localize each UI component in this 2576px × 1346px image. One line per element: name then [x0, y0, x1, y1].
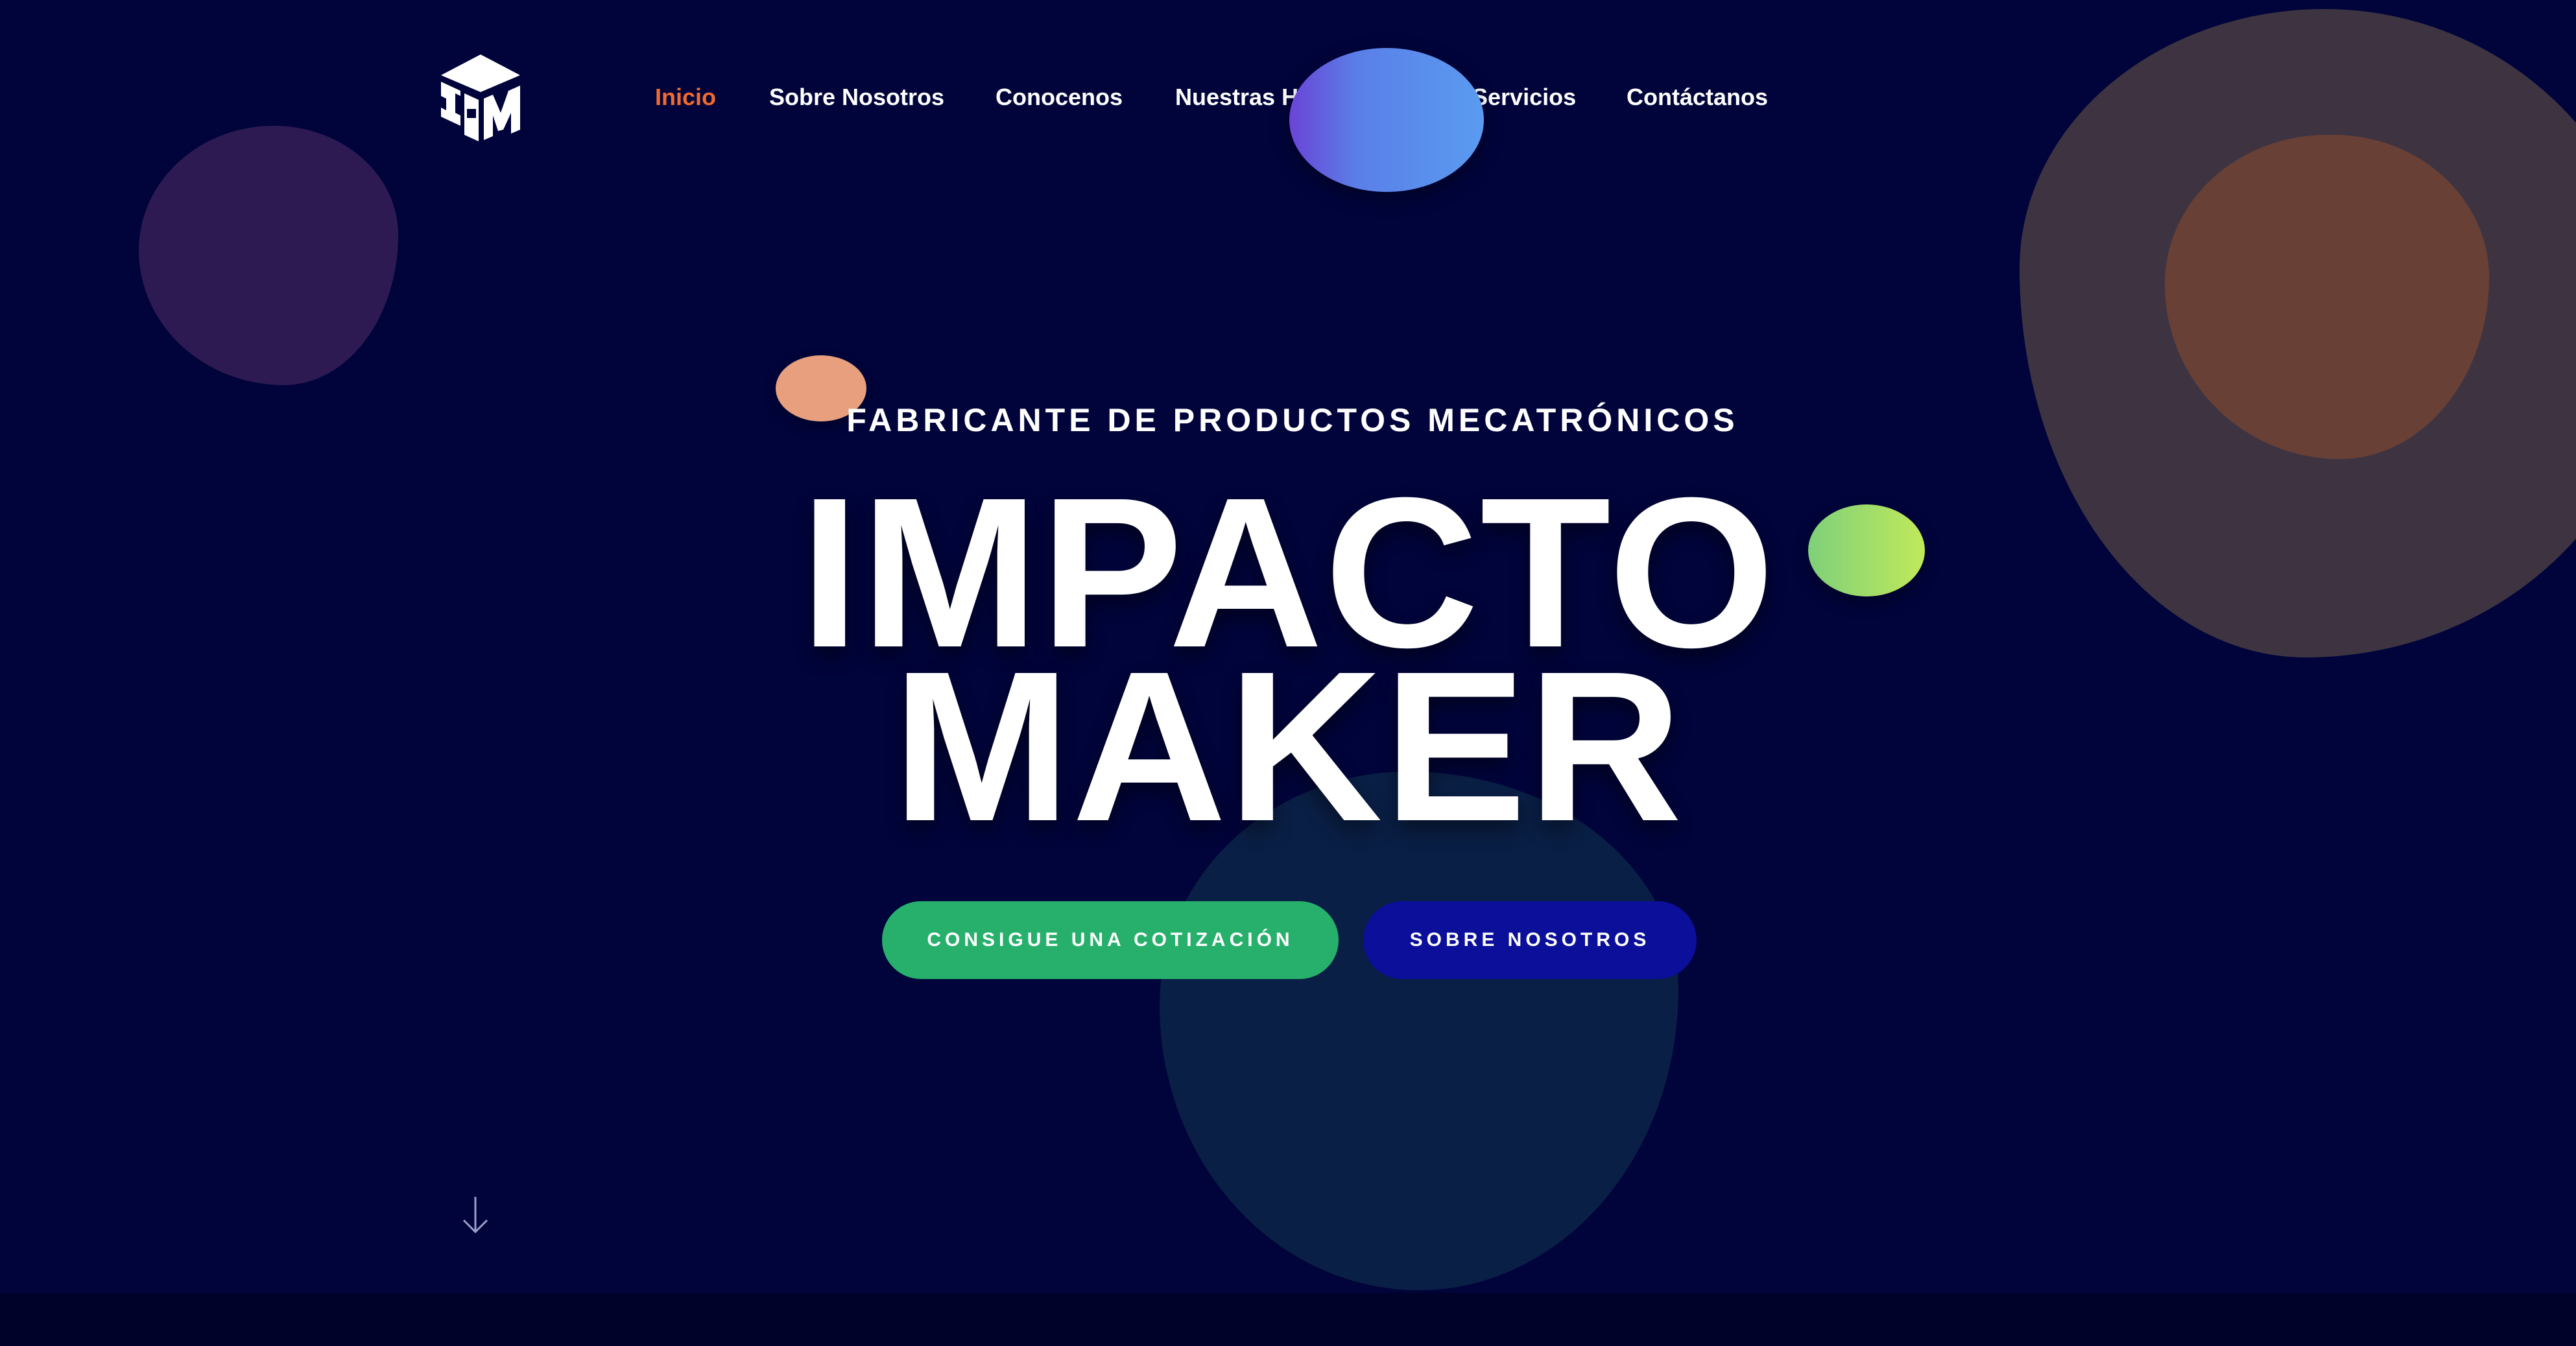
- next-section-edge: [0, 1293, 2576, 1346]
- nav-item-contactanos[interactable]: Contáctanos: [1627, 78, 1768, 117]
- blue-blob-decoration: [1289, 48, 1484, 192]
- hero-title-line2: MAKER: [892, 626, 1684, 866]
- arrow-down-icon: [462, 1197, 488, 1234]
- impacto-maker-logo-icon: [441, 54, 520, 141]
- purple-blob-decoration: [139, 126, 398, 385]
- about-us-button[interactable]: SOBRE NOSOTROS: [1363, 901, 1697, 979]
- nav-item-servicios[interactable]: Servicios: [1472, 78, 1576, 117]
- nav-item-conocenos[interactable]: Conocenos: [996, 78, 1123, 117]
- lime-blob-decoration: [1808, 504, 1925, 596]
- get-quote-button[interactable]: CONSIGUE UNA COTIZACIÓN: [882, 901, 1339, 979]
- logo-link[interactable]: [438, 53, 523, 141]
- page: Inicio Sobre Nosotros Conocenos Nuestras…: [0, 0, 2576, 1346]
- hero-subtitle: FABRICANTE DE PRODUCTOS MECATRÓNICOS: [846, 402, 1739, 438]
- scroll-down-link[interactable]: [458, 1194, 493, 1236]
- nav-item-inicio[interactable]: Inicio: [655, 78, 716, 117]
- nav-item-sobre-nosotros[interactable]: Sobre Nosotros: [769, 78, 944, 117]
